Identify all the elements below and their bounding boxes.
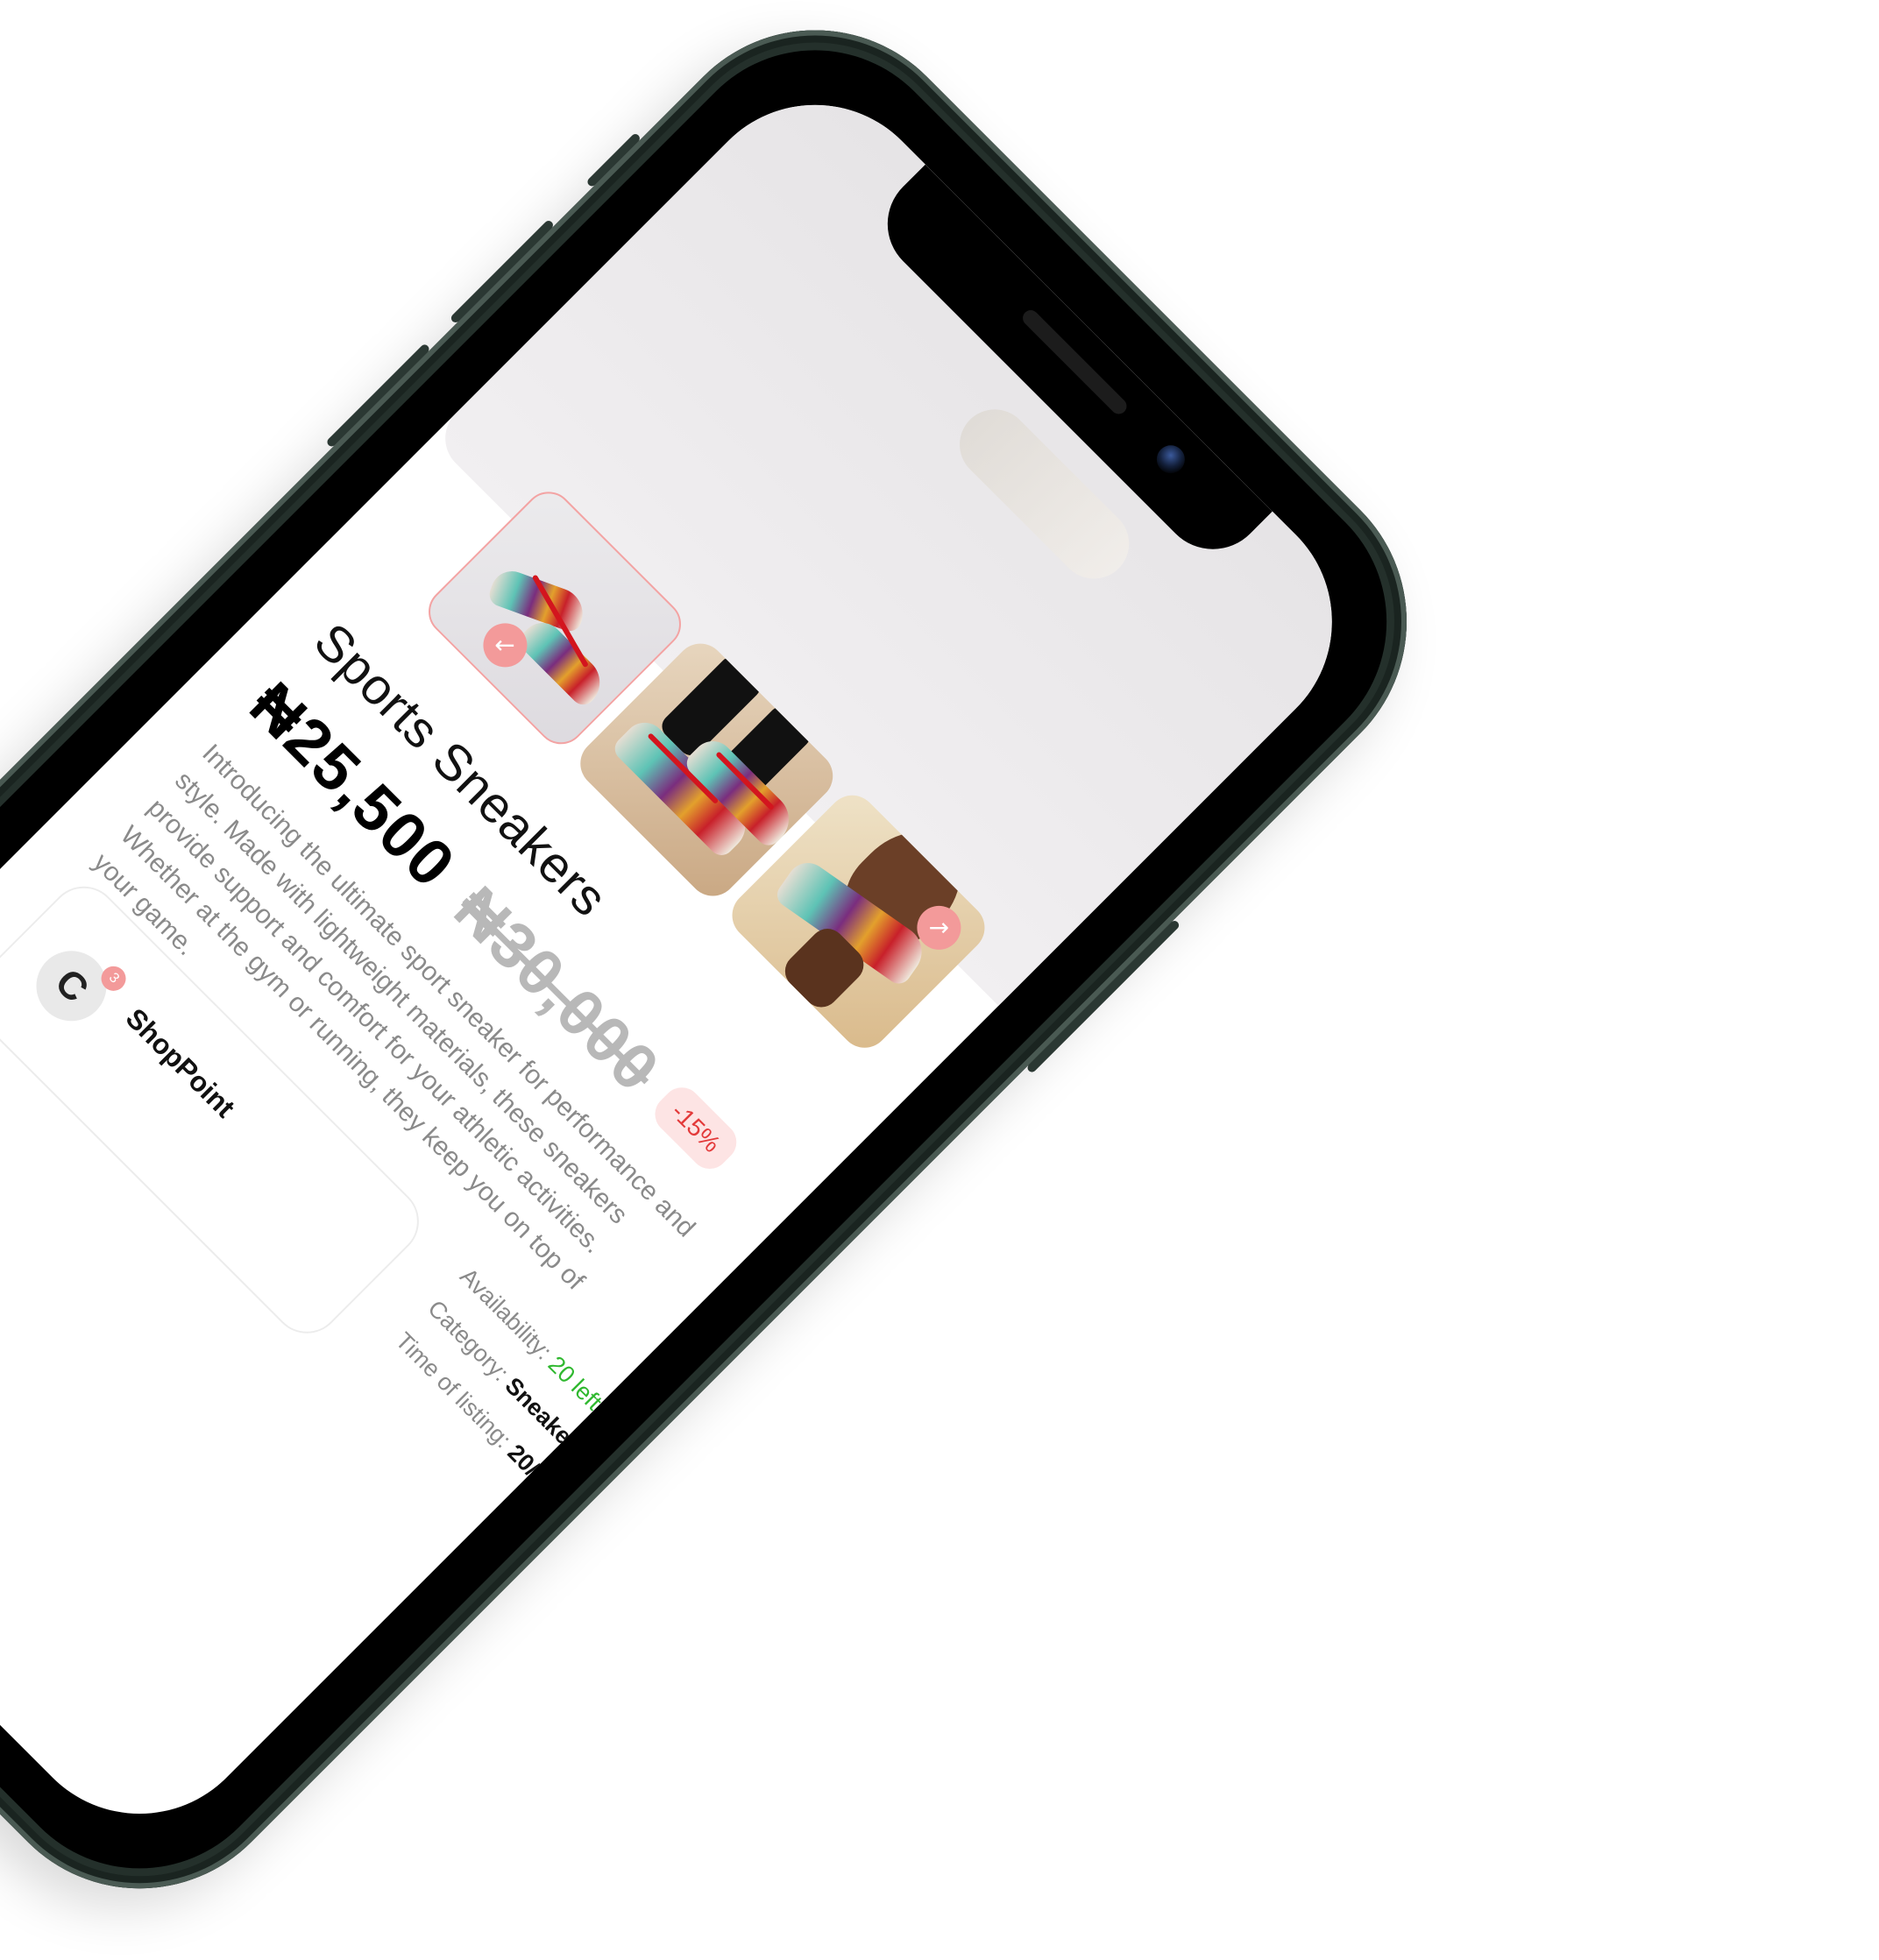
listing-time-value: 20/05/25	[502, 1439, 586, 1524]
discount-badge: -15%	[647, 1079, 745, 1177]
seller-name: ShopPoint	[119, 1001, 242, 1124]
phone-bezel: ↙ ↗ Sports Sneakers ₦25,500 ₦30,000 -15%…	[0, 0, 1445, 1927]
product-screen: ↙ ↗ Sports Sneakers ₦25,500 ₦30,000 -15%…	[0, 53, 1383, 1864]
front-camera	[1151, 439, 1191, 479]
phone-mockup: ↙ ↗ Sports Sneakers ₦25,500 ₦30,000 -15%…	[0, 0, 1472, 1954]
arrow-down-left-icon[interactable]: ↙	[474, 614, 536, 676]
